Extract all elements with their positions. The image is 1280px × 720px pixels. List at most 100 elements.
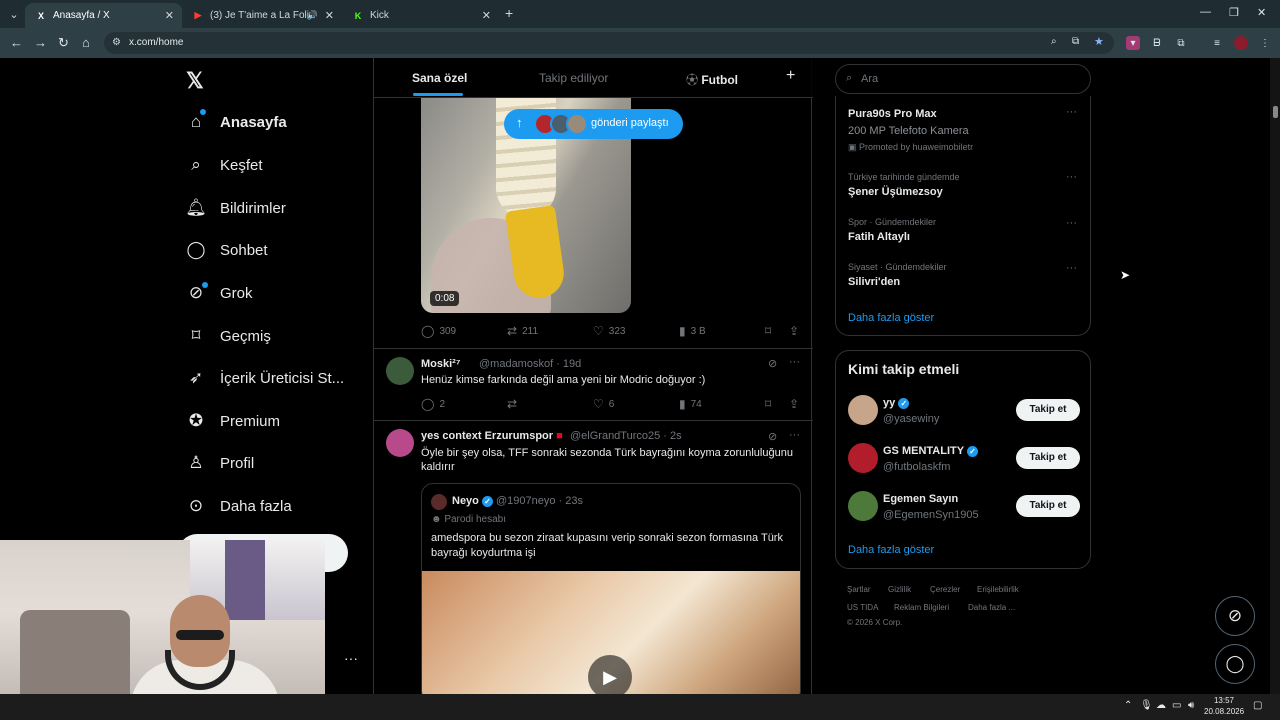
close-window-icon[interactable]: ✕	[1257, 6, 1266, 19]
trend-title[interactable]: Şener Üşümezsoy	[848, 186, 943, 198]
site-info-icon[interactable]: ⚙	[112, 37, 121, 48]
quoted-post[interactable]: Neyo ✓ @1907neyo · 23s ☻ Parodi hesabı a…	[421, 483, 801, 694]
footer-link[interactable]: Çerezler	[930, 585, 960, 594]
nav-creator-studio[interactable]: ➶ İçerik Üreticisi St...	[186, 362, 344, 394]
footer-link[interactable]: Daha fazla ...	[968, 603, 1015, 612]
footer-link[interactable]: Gizlilik	[888, 585, 911, 594]
nav-notifications[interactable]: 🔔︎ Bildirimler	[185, 192, 286, 224]
show-more-link[interactable]: Daha fazla göster	[848, 544, 934, 556]
post-handle[interactable]: @elGrandTurco25 · 2s	[570, 430, 682, 442]
repost-button[interactable]: ⇄ 211	[507, 324, 538, 338]
tab-following[interactable]: Takip ediliyor	[539, 71, 608, 85]
browser-tab-1[interactable]: X Anasayfa / X ✕	[25, 3, 182, 28]
footer-link[interactable]: Reklam Bilgileri	[894, 603, 949, 612]
menu-icon[interactable]: ⋮	[1258, 36, 1272, 50]
post-handle[interactable]: @madamoskof · 19d	[479, 358, 581, 370]
clock-date[interactable]: 20.08.2026	[1204, 707, 1244, 716]
post-author[interactable]: yes context Erzurumspor ■	[421, 430, 563, 442]
nav-chat[interactable]: ◯ Sohbet	[186, 234, 267, 266]
views-button[interactable]: ▮ 3 B	[679, 324, 706, 338]
new-tab-button[interactable]: +	[505, 5, 513, 21]
grok-icon[interactable]: ⊘	[768, 430, 777, 443]
play-icon[interactable]: ▶	[588, 655, 632, 694]
avatar[interactable]	[848, 491, 878, 521]
bookmark-button[interactable]: ⌑	[765, 397, 776, 411]
reply-button[interactable]: ◯ 2	[421, 397, 445, 411]
nav-grok[interactable]: ⊘ Grok	[186, 277, 253, 309]
more-icon[interactable]: ···	[789, 356, 800, 368]
cloud-icon[interactable]: ☁	[1156, 700, 1166, 711]
close-icon[interactable]: ✕	[165, 9, 174, 22]
browser-tab-2[interactable]: ▶ (3) Je T'aime a La Folie - Yo 🔊 ✕	[182, 3, 342, 28]
messages-fab-icon[interactable]: ◯	[1215, 644, 1255, 684]
nav-premium[interactable]: ✪ Premium	[186, 405, 280, 437]
nav-profile[interactable]: ♙ Profil	[186, 447, 254, 479]
back-icon[interactable]: ←	[10, 35, 23, 50]
footer-link[interactable]: Şartlar	[847, 585, 871, 594]
profile-avatar[interactable]	[1234, 36, 1248, 50]
mic-icon[interactable]: 🎙︎	[1140, 700, 1153, 711]
home-browser-icon[interactable]: ⌂	[82, 35, 90, 50]
like-button[interactable]: ♡ 323	[593, 324, 625, 338]
tab-for-you[interactable]: Sana özel	[412, 71, 467, 85]
nav-bookmarks[interactable]: ⌑ Geçmiş	[186, 320, 271, 352]
trend-title[interactable]: Pura90s Pro Max	[848, 108, 937, 120]
bookmark-button[interactable]: ⌑	[765, 324, 776, 338]
footer-link[interactable]: US TIDA	[847, 603, 878, 612]
address-bar[interactable]: ⚙ x.com/home ⌕ ⧉ ★	[104, 32, 1114, 54]
extension-2-icon[interactable]: ᗷ	[1150, 36, 1164, 50]
add-tab-icon[interactable]: +	[786, 67, 795, 85]
nav-more[interactable]: ⊙ Daha fazla	[186, 490, 292, 522]
nav-explore[interactable]: ⌕ Keşfet	[186, 149, 262, 181]
tab-search-icon[interactable]: ⌄	[5, 5, 23, 23]
tray-chevron-icon[interactable]: ⌃	[1124, 700, 1132, 711]
views-button[interactable]: ▮ 74	[679, 397, 702, 411]
x-logo-icon[interactable]: 𝕏	[186, 68, 204, 94]
user-name[interactable]: Egemen Sayın	[883, 493, 958, 505]
quote-video[interactable]: ▶	[422, 571, 800, 694]
forward-icon[interactable]: →	[34, 35, 47, 50]
follow-button[interactable]: Takip et	[1016, 447, 1080, 469]
extensions-puzzle-icon[interactable]: ⧉	[1174, 36, 1188, 50]
speaker-icon[interactable]: 🔊	[307, 10, 318, 21]
extension-1-icon[interactable]: ▾	[1126, 36, 1140, 50]
trend-title[interactable]: Fatih Altaylı	[848, 231, 910, 243]
more-icon[interactable]: ···	[1066, 171, 1077, 183]
share-button[interactable]: ⇪	[789, 397, 804, 411]
trend-title[interactable]: Silivri'den	[848, 276, 900, 288]
account-more-icon[interactable]: ···	[344, 650, 358, 666]
bookmark-star-icon[interactable]: ★	[1094, 35, 1104, 48]
media-control-icon[interactable]: ≡	[1210, 36, 1224, 50]
clock-time[interactable]: 13:57	[1204, 696, 1244, 705]
grok-icon[interactable]: ⊘	[768, 357, 777, 370]
avatar[interactable]	[386, 357, 414, 385]
footer-link[interactable]: Erişilebilirlik	[977, 585, 1019, 594]
follow-button[interactable]: Takip et	[1016, 399, 1080, 421]
more-icon[interactable]: ···	[1066, 217, 1077, 229]
zoom-icon[interactable]: ⌕	[1051, 36, 1057, 47]
grok-fab-icon[interactable]: ⊘	[1215, 596, 1255, 636]
avatar[interactable]	[386, 429, 414, 457]
repost-button[interactable]: ⇄	[507, 397, 522, 411]
restore-icon[interactable]: ❐	[1229, 6, 1239, 19]
user-name[interactable]: GS MENTALITY ✓	[883, 445, 978, 457]
network-icon[interactable]: ▭	[1172, 700, 1181, 711]
close-icon[interactable]: ✕	[482, 9, 491, 22]
user-name[interactable]: yy ✓	[883, 397, 910, 409]
notification-center-icon[interactable]: ▢	[1253, 700, 1262, 711]
like-button[interactable]: ♡ 6	[593, 397, 614, 411]
scrollbar-thumb[interactable]	[1273, 106, 1278, 118]
close-icon[interactable]: ✕	[325, 9, 334, 22]
more-icon[interactable]: ···	[789, 429, 800, 441]
browser-tab-3[interactable]: K Kick ✕	[342, 3, 499, 28]
minimize-icon[interactable]: —	[1200, 6, 1211, 18]
reload-icon[interactable]: ↻	[58, 35, 69, 51]
new-posts-pill[interactable]: ↑ gönderi paylaştı	[504, 109, 683, 139]
follow-button[interactable]: Takip et	[1016, 495, 1080, 517]
reply-button[interactable]: ◯ 309	[421, 324, 456, 338]
volume-icon[interactable]: 🔊︎	[1188, 700, 1194, 711]
more-icon[interactable]: ···	[1066, 106, 1077, 118]
tab-football[interactable]: ⚽︎ Futbol	[686, 71, 738, 88]
search-input[interactable]: ⌕ Ara	[835, 64, 1091, 94]
show-more-link[interactable]: Daha fazla göster	[848, 312, 934, 324]
